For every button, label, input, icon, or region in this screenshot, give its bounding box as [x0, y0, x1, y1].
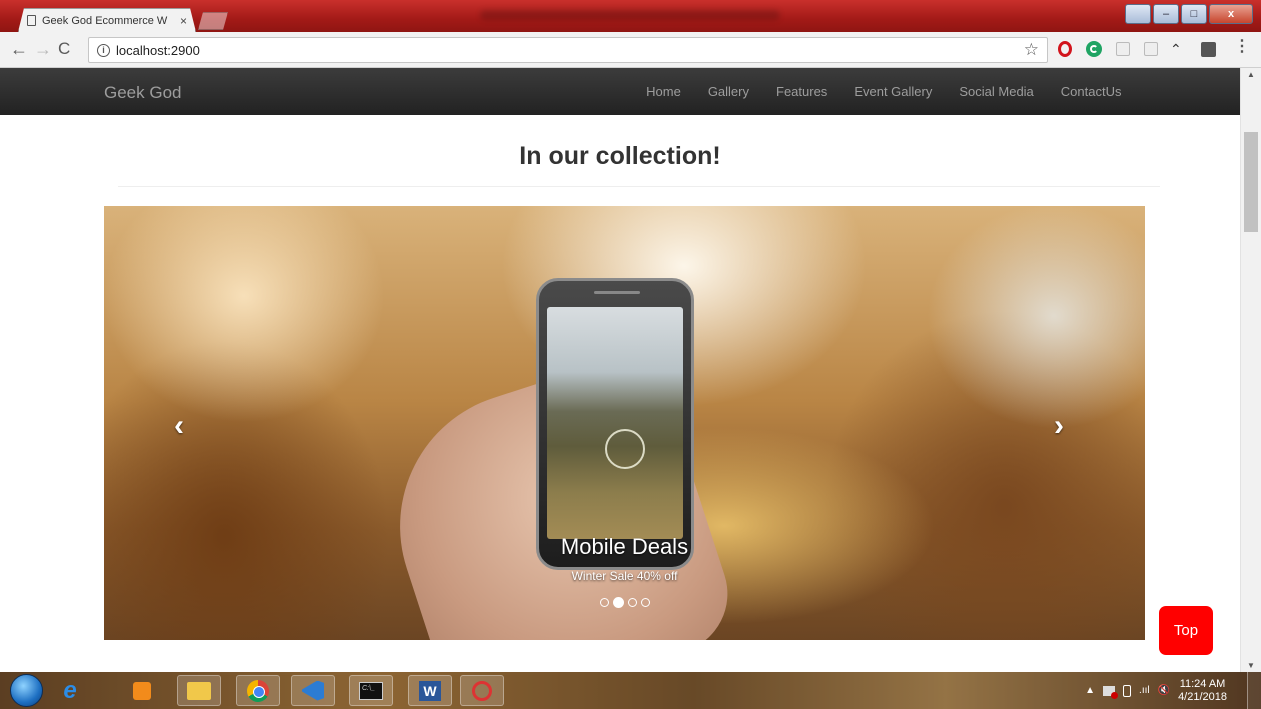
page-icon [27, 15, 36, 26]
nav-links: Home Gallery Features Event Gallery Soci… [633, 68, 1135, 115]
file-explorer-icon[interactable] [177, 675, 221, 706]
address-bar[interactable]: i localhost:2900 ☆ [88, 37, 1048, 63]
browser-menu-icon[interactable]: ⋮ [1234, 39, 1250, 55]
word-icon-letter: W [419, 680, 441, 701]
system-tray: ▲ .ııl 🔇 11:24 AM 4/21/2018 [1085, 672, 1261, 709]
caption-subtitle: Winter Sale 40% off [571, 569, 678, 583]
phone-image [536, 278, 694, 570]
cmd-icon-text: C:\_ [359, 681, 383, 700]
grammarly-icon[interactable] [1086, 41, 1102, 57]
camera-focus-ring [605, 429, 645, 469]
window-controls: – □ x [1125, 4, 1253, 24]
browser-titlebar: Geek God Ecommerce W × – □ x [0, 0, 1261, 32]
forward-arrow-icon[interactable]: → [34, 39, 52, 59]
tab-close-icon[interactable]: × [180, 14, 187, 28]
volume-icon[interactable]: 🔇 [1158, 685, 1170, 696]
extension-icon[interactable] [1116, 42, 1130, 56]
phone-speaker [594, 291, 640, 294]
start-button[interactable] [10, 674, 43, 707]
clock-time: 11:24 AM [1179, 677, 1226, 690]
chrome-icon[interactable] [236, 675, 280, 706]
tab-title: Geek God Ecommerce W [42, 14, 168, 27]
divider [118, 186, 1160, 187]
window-extra-button[interactable] [1125, 4, 1151, 24]
nav-link-features[interactable]: Features [763, 84, 841, 99]
tray-expand-icon[interactable]: ▲ [1085, 685, 1095, 696]
phone-screen [547, 307, 683, 539]
device-icon[interactable] [1123, 684, 1132, 697]
carousel-indicator[interactable] [627, 598, 637, 607]
dark-extension-icon[interactable] [1201, 42, 1216, 57]
maximize-button[interactable]: □ [1181, 4, 1207, 24]
action-center-flag-icon[interactable] [1103, 685, 1119, 699]
scroll-down-icon[interactable]: ▼ [1247, 661, 1255, 670]
carousel-indicator-active[interactable] [612, 597, 624, 608]
page-viewport: Geek God Home Gallery Features Event Gal… [0, 68, 1261, 672]
reload-icon[interactable]: C [58, 39, 70, 59]
close-button[interactable]: x [1209, 4, 1253, 24]
caption-title: Mobile Deals [560, 534, 689, 559]
nav-link-event-gallery[interactable]: Event Gallery [841, 84, 946, 99]
carousel-next-icon[interactable]: › [1054, 411, 1064, 441]
windows-taskbar: e C:\_ W ▲ .ııl 🔇 11:24 AM 4/21/2018 [0, 672, 1261, 709]
command-prompt-icon[interactable]: C:\_ [349, 675, 393, 706]
scroll-thumb[interactable] [1244, 132, 1258, 232]
carousel-indicator[interactable] [599, 598, 609, 607]
back-to-top-button[interactable]: Top [1159, 606, 1213, 655]
info-icon[interactable]: i [97, 43, 110, 57]
arrow-icon[interactable]: ⌃ [1170, 41, 1182, 58]
browser-toolbar: ← → C i localhost:2900 ☆ ⌃ ⋮ [0, 32, 1261, 68]
network-signal-icon[interactable]: .ııl [1139, 685, 1150, 696]
nav-link-contactus[interactable]: ContactUs [1047, 84, 1135, 99]
scroll-up-icon[interactable]: ▲ [1247, 70, 1255, 79]
media-center-icon[interactable] [120, 675, 164, 706]
taskbar-clock[interactable]: 11:24 AM 4/21/2018 [1178, 678, 1227, 704]
snipping-tool-icon[interactable] [460, 675, 504, 706]
minimize-button[interactable]: – [1153, 4, 1179, 24]
image-carousel[interactable]: ‹ › Mobile Deals Winter Sale 40% off [104, 206, 1145, 640]
site-navbar: Geek God Home Gallery Features Event Gal… [0, 68, 1240, 115]
clock-date: 4/21/2018 [1178, 690, 1227, 703]
bookmark-star-icon[interactable]: ☆ [1024, 40, 1039, 60]
nav-link-social-media[interactable]: Social Media [946, 84, 1047, 99]
nav-link-gallery[interactable]: Gallery [694, 84, 762, 99]
carousel-caption: Mobile Deals Winter Sale 40% off [104, 534, 1145, 583]
url-text[interactable]: localhost:2900 [116, 43, 200, 58]
browser-tab[interactable]: Geek God Ecommerce W × [18, 8, 196, 32]
internet-explorer-icon[interactable]: e [48, 675, 92, 706]
carousel-indicators [104, 597, 1145, 608]
opera-icon[interactable] [1058, 41, 1072, 57]
page-scrollbar[interactable]: ▲ ▼ [1240, 68, 1261, 672]
new-tab-button[interactable] [198, 12, 228, 30]
carousel-prev-icon[interactable]: ‹ [174, 411, 184, 441]
page-heading: In our collection! [519, 142, 721, 170]
show-desktop-button[interactable] [1247, 672, 1261, 709]
nav-link-home[interactable]: Home [633, 84, 695, 99]
vscode-icon[interactable] [291, 675, 335, 706]
word-icon[interactable]: W [408, 675, 452, 706]
site-brand[interactable]: Geek God [104, 83, 182, 103]
back-arrow-icon[interactable]: ← [10, 39, 28, 59]
reader-icon[interactable] [1144, 42, 1158, 56]
titlebar-blur [480, 10, 780, 20]
carousel-indicator[interactable] [640, 598, 650, 607]
